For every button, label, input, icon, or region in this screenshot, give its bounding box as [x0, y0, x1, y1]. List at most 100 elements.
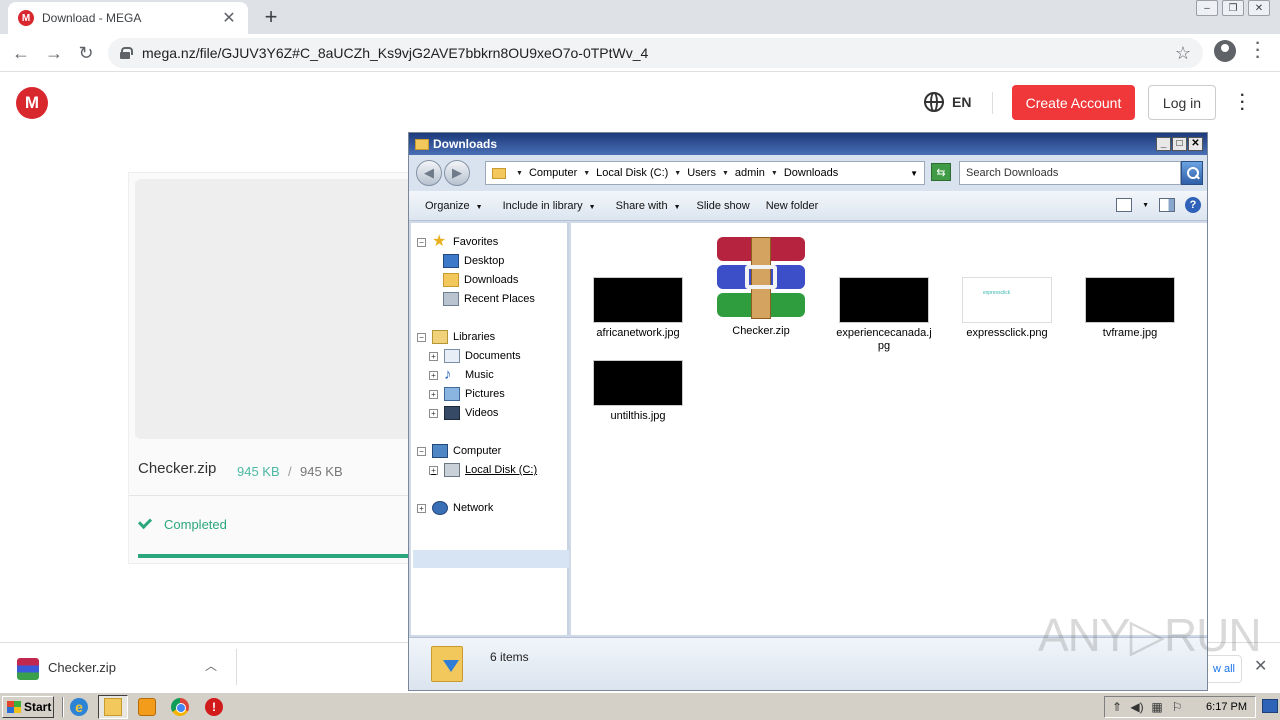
nav-documents[interactable]: + Documents — [429, 347, 521, 365]
language-label: EN — [952, 94, 972, 110]
profile-avatar-icon[interactable] — [1214, 40, 1236, 62]
progress-bar — [138, 554, 419, 558]
explorer-forward-button[interactable]: ▶ — [444, 160, 470, 186]
address-dropdown-icon[interactable]: ▼ — [910, 169, 918, 178]
slide-show-button[interactable]: Slide show — [689, 200, 758, 212]
folder-icon — [415, 138, 429, 150]
file-item[interactable]: tvframe.jpg — [1075, 277, 1185, 340]
nav-desktop[interactable]: Desktop — [443, 252, 504, 270]
tab-close-icon[interactable]: ✕ — [220, 8, 238, 28]
include-in-library-menu[interactable]: Include in library ▼ — [495, 200, 604, 212]
download-status: Completed — [164, 517, 227, 532]
breadcrumb-admin[interactable]: admin — [735, 167, 765, 179]
collapse-icon[interactable]: − — [417, 446, 426, 456]
back-button[interactable]: ← — [8, 40, 34, 66]
mega-logo[interactable]: M — [16, 87, 48, 119]
file-item[interactable]: africanetwork.jpg — [583, 277, 693, 340]
mega-menu-icon[interactable]: · · · — [1240, 88, 1245, 118]
internet-explorer-icon[interactable]: e — [70, 698, 88, 716]
volume-icon[interactable]: ◀) — [1129, 700, 1145, 714]
organize-menu[interactable]: Organize ▼ — [417, 200, 491, 212]
file-item[interactable]: expressclick expressclick.png — [952, 277, 1062, 340]
share-with-menu[interactable]: Share with ▼ — [608, 200, 689, 212]
explorer-titlebar[interactable]: Downloads _ □ ✕ — [409, 133, 1207, 155]
restore-button[interactable]: ❐ — [1222, 0, 1244, 16]
help-icon[interactable]: ? — [1185, 197, 1201, 213]
explorer-folder-icon — [104, 698, 122, 716]
anyrun-watermark: ANY▷RUN — [1038, 609, 1262, 661]
expand-icon[interactable]: + — [429, 389, 438, 399]
nav-videos[interactable]: + Videos — [429, 404, 498, 422]
file-item[interactable]: experiencecanada.jpg — [829, 277, 939, 353]
nav-libraries[interactable]: − Libraries — [417, 328, 495, 346]
browser-tabstrip: M Download - MEGA ✕ + – ❐ ✕ — [0, 0, 1280, 34]
header-divider — [992, 92, 993, 114]
breadcrumb-users[interactable]: Users — [687, 167, 716, 179]
language-selector[interactable]: EN — [924, 92, 971, 112]
expand-icon[interactable]: + — [429, 408, 438, 418]
tab-mega-download[interactable]: M Download - MEGA ✕ — [8, 2, 248, 34]
view-dropdown-icon[interactable]: ▼ — [1142, 202, 1149, 209]
bookmark-star-icon[interactable]: ☆ — [1175, 43, 1191, 64]
nav-computer[interactable]: − Computer — [417, 442, 501, 460]
minimize-button[interactable]: – — [1196, 0, 1218, 16]
taskbar: Start e ! ⇑ ◀) ▦ ⚐ 6:17 PM — [0, 692, 1280, 720]
flag-icon[interactable]: ⚐ — [1169, 700, 1185, 714]
address-bar[interactable]: mega.nz/file/GJUV3Y6Z#C_8aUCZh_Ks9vjG2AV… — [108, 38, 1203, 68]
nav-network[interactable]: + Network — [417, 499, 493, 517]
file-item[interactable]: untilthis.jpg — [583, 360, 693, 423]
breadcrumb-local-disk[interactable]: Local Disk (C:) — [596, 167, 668, 179]
close-window-button[interactable]: ✕ — [1248, 0, 1270, 16]
search-input[interactable]: Search Downloads — [959, 161, 1181, 185]
explorer-title: Downloads — [433, 137, 498, 151]
browser-menu-icon[interactable]: · · · — [1250, 36, 1266, 66]
preview-pane-icon[interactable] — [1159, 198, 1175, 212]
mega-favicon-icon: M — [18, 10, 34, 26]
file-item[interactable]: Checker.zip — [706, 237, 816, 338]
breadcrumb-downloads[interactable]: Downloads — [784, 167, 838, 179]
stop-icon[interactable]: ! — [205, 698, 223, 716]
clock[interactable]: 6:17 PM — [1206, 701, 1247, 713]
expand-icon[interactable]: + — [429, 465, 438, 475]
expand-icon[interactable]: + — [429, 370, 438, 380]
new-folder-button[interactable]: New folder — [758, 200, 827, 212]
file-preview — [135, 179, 413, 439]
tray-expand-icon[interactable]: ⇑ — [1109, 700, 1125, 714]
desktop-icon — [443, 254, 459, 268]
media-player-icon[interactable] — [138, 698, 156, 716]
collapse-icon[interactable]: − — [417, 237, 426, 247]
taskbar-separator — [62, 697, 64, 717]
search-icon[interactable] — [1181, 161, 1203, 185]
chrome-icon[interactable] — [171, 698, 189, 716]
nav-favorites[interactable]: − ★ Favorites — [417, 233, 498, 251]
nav-local-disk[interactable]: + Local Disk (C:) — [429, 461, 537, 479]
nav-downloads[interactable]: Downloads — [443, 271, 518, 289]
breadcrumb-computer[interactable]: Computer — [529, 167, 577, 179]
explorer-back-button[interactable]: ◀ — [416, 160, 442, 186]
login-button[interactable]: Log in — [1148, 85, 1216, 120]
chevron-up-icon[interactable]: ︿ — [205, 657, 217, 674]
reload-button[interactable]: ↻ — [73, 40, 99, 66]
nav-music[interactable]: + ♪ Music — [429, 366, 494, 384]
start-button[interactable]: Start — [2, 696, 54, 718]
change-view-icon[interactable] — [1116, 198, 1133, 212]
breadcrumb[interactable]: ▼ Computer ▼ Local Disk (C:) ▼ Users ▼ a… — [485, 161, 925, 185]
explorer-maximize-button[interactable]: □ — [1172, 137, 1187, 151]
forward-button[interactable]: → — [41, 40, 67, 66]
create-account-button[interactable]: Create Account — [1012, 85, 1135, 120]
collapse-icon[interactable]: − — [417, 332, 426, 342]
new-tab-button[interactable]: + — [258, 4, 284, 30]
expand-icon[interactable]: + — [417, 503, 426, 513]
nav-recent-places[interactable]: Recent Places — [443, 290, 535, 308]
nav-pictures[interactable]: + Pictures — [429, 385, 505, 403]
download-item-name[interactable]: Checker.zip — [48, 660, 116, 675]
tab-title: Download - MEGA — [42, 11, 142, 25]
explorer-close-button[interactable]: ✕ — [1188, 137, 1203, 151]
show-desktop-icon[interactable] — [1262, 699, 1278, 713]
explorer-minimize-button[interactable]: _ — [1156, 137, 1171, 151]
network-tray-icon[interactable]: ▦ — [1149, 700, 1165, 714]
size-separator: / — [288, 464, 292, 479]
refresh-icon[interactable]: ⇆ — [931, 163, 951, 181]
expand-icon[interactable]: + — [429, 351, 438, 361]
network-icon — [432, 501, 448, 515]
